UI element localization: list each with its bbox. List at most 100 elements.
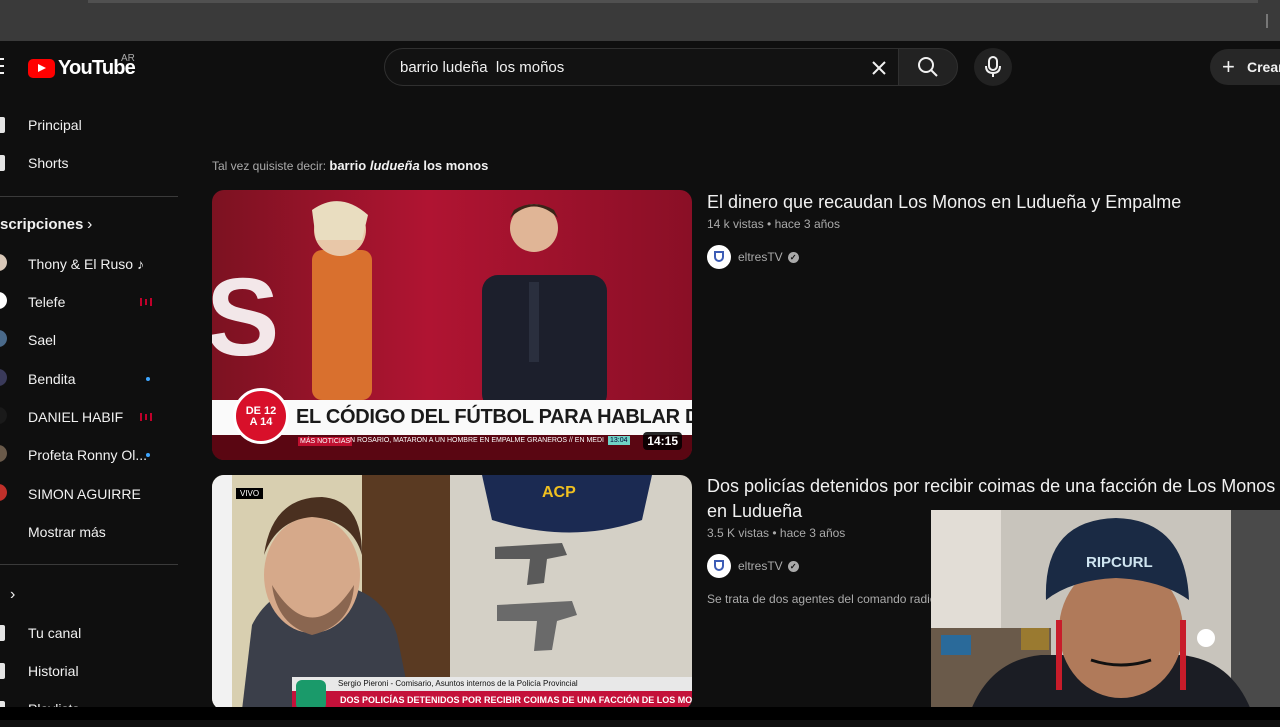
view-count: 14 k vistas bbox=[707, 217, 764, 231]
webcam-overlay: RIPCURL bbox=[931, 510, 1280, 710]
channel-avatar bbox=[707, 554, 731, 578]
thumbnail-image: ACP bbox=[212, 475, 692, 710]
channel-avatar bbox=[0, 484, 7, 501]
video-title-link[interactable]: El dinero que recaudan Los Monos en Ludu… bbox=[707, 190, 1280, 215]
channel-name: eltresTV bbox=[738, 250, 783, 264]
cap-print: RIPCURL bbox=[1086, 554, 1153, 571]
sidebar-item-subscription[interactable]: SIMON AGUIRRE bbox=[0, 476, 178, 512]
video-meta: 3.5 K vistas • hace 3 años bbox=[707, 526, 846, 540]
thumbnail-ticker-bar: MÁS NOTICIAS N ROSARIO, MATARON A UN HOM… bbox=[212, 435, 692, 460]
sidebar-item-subscription[interactable]: DANIEL HABIF bbox=[0, 399, 178, 435]
bottom-edge bbox=[0, 707, 1280, 720]
video-meta: 14 k vistas • hace 3 años bbox=[707, 217, 840, 231]
search-input-value: barrio ludeña los moños bbox=[400, 59, 565, 76]
shorts-icon bbox=[0, 155, 5, 171]
menu-icon[interactable] bbox=[0, 58, 4, 78]
channel-avatar bbox=[0, 292, 7, 309]
create-button[interactable]: + Crear bbox=[1210, 49, 1280, 85]
sidebar-divider bbox=[0, 196, 178, 197]
sidebar-item-principal[interactable]: Principal bbox=[0, 107, 178, 143]
upload-age: hace 3 años bbox=[774, 217, 840, 231]
thumbnail-headline: EL CÓDIGO DEL FÚTBOL PARA HABLAR DE TIRO… bbox=[296, 406, 692, 428]
sidebar-item-subscription[interactable]: Sael bbox=[0, 322, 178, 358]
channel-link[interactable]: eltresTV ✓ bbox=[707, 554, 799, 578]
sidebar-show-more[interactable]: Mostrar más bbox=[0, 514, 178, 550]
sidebar-item-label: Profeta Ronny Ol... bbox=[28, 447, 148, 463]
live-indicator-icon bbox=[140, 298, 152, 306]
thumbnail-headline: DOS POLICÍAS DETENIDOS POR RECIBIR COIMA… bbox=[340, 695, 692, 705]
thumbnail-show-badge: DE 12 A 14 bbox=[233, 388, 289, 444]
suggestion-word: los monos bbox=[423, 158, 489, 173]
did-you-mean: Tal vez quisiste decir: barrio ludueña l… bbox=[212, 158, 488, 173]
search-icon bbox=[918, 57, 938, 77]
chevron-right-icon[interactable]: › bbox=[10, 586, 15, 604]
search-input[interactable]: barrio ludeña los moños bbox=[384, 48, 898, 86]
channel-avatar bbox=[0, 254, 7, 271]
voice-search-button[interactable] bbox=[974, 48, 1012, 86]
sidebar-item-subscription[interactable]: Thony & El Ruso ♪ bbox=[0, 246, 178, 282]
channel-avatar bbox=[0, 407, 7, 424]
browser-scrollbar[interactable] bbox=[1266, 14, 1268, 28]
sidebar-item-subscription[interactable]: Telefe bbox=[0, 284, 178, 320]
sidebar-item-label: SIMON AGUIRRE bbox=[28, 486, 141, 502]
thumbnail-ticker-label: MÁS NOTICIAS bbox=[298, 437, 353, 446]
sidebar-item-shorts[interactable]: Shorts bbox=[0, 145, 178, 181]
chevron-right-icon[interactable]: › bbox=[87, 216, 92, 234]
channel-name: eltresTV bbox=[738, 559, 783, 573]
did-you-mean-link[interactable]: barrio ludueña los monos bbox=[329, 158, 488, 173]
show-more-label: Mostrar más bbox=[28, 524, 106, 540]
cap-print: ACP bbox=[542, 484, 576, 501]
did-you-mean-prefix: Tal vez quisiste decir: bbox=[212, 159, 327, 173]
video-thumbnail[interactable]: S EL CÓDIGO DEL FÚTBOL PARA HABLAR DE TI… bbox=[212, 190, 692, 460]
sidebar-item-label: DANIEL HABIF bbox=[28, 409, 124, 425]
sidebar-item-label: Principal bbox=[28, 117, 82, 133]
channel-avatar bbox=[0, 330, 7, 347]
browser-chrome-strip bbox=[0, 0, 1280, 41]
sidebar-item-label: Historial bbox=[28, 663, 79, 679]
new-content-dot bbox=[146, 453, 150, 457]
browser-scroll-hint bbox=[88, 0, 1258, 3]
view-count: 3.5 K vistas bbox=[707, 526, 770, 540]
thumbnail-caption: Sergio Pieroni - Comisario, Asuntos inte… bbox=[338, 679, 578, 688]
thumbnail-badge-text: DE 12 A 14 bbox=[245, 405, 277, 428]
sidebar-item-subscription[interactable]: Profeta Ronny Ol... bbox=[0, 437, 178, 473]
thumbnail-ticker: N ROSARIO, MATARON A UN HOMBRE EN EMPALM… bbox=[350, 437, 604, 444]
svg-text:S: S bbox=[212, 256, 279, 379]
sidebar-item-history[interactable]: Historial bbox=[0, 653, 178, 689]
sidebar-item-label: Shorts bbox=[28, 155, 69, 171]
channel-avatar bbox=[0, 445, 7, 462]
sidebar-item-label: Thony & El Ruso ♪ bbox=[28, 256, 144, 272]
verified-icon: ✓ bbox=[787, 251, 799, 263]
channel-avatar bbox=[0, 369, 7, 386]
youtube-play-icon bbox=[28, 59, 55, 78]
create-label: Crear bbox=[1247, 59, 1280, 75]
country-code: AR bbox=[121, 53, 135, 64]
plus-icon: + bbox=[1222, 54, 1235, 79]
suggestion-word: barrio bbox=[329, 158, 367, 173]
sidebar-item-label: Tu canal bbox=[28, 625, 82, 641]
channel-icon bbox=[0, 625, 5, 641]
suggestion-correction: ludueña bbox=[369, 158, 420, 173]
live-indicator-icon bbox=[140, 413, 152, 421]
channel-logo-icon bbox=[296, 680, 326, 710]
thumbnail-clock: 13:04 bbox=[608, 436, 630, 445]
subscriptions-heading[interactable]: scripciones bbox=[0, 216, 83, 233]
thumbnail-caption-bar: Sergio Pieroni - Comisario, Asuntos inte… bbox=[292, 677, 692, 691]
youtube-logo[interactable]: YouTube bbox=[28, 57, 136, 80]
microphone-icon bbox=[985, 56, 1001, 77]
channel-link[interactable]: eltresTV ✓ bbox=[707, 245, 799, 269]
sidebar-item-label: Telefe bbox=[28, 294, 66, 310]
live-badge: VIVO bbox=[236, 488, 264, 499]
sidebar-divider bbox=[0, 564, 178, 565]
sidebar-item-label: Bendita bbox=[28, 371, 76, 387]
video-thumbnail[interactable]: ACP VIVO Sergio Pieroni - Comisario, Asu… bbox=[212, 475, 692, 710]
sidebar-item-label: Sael bbox=[28, 332, 57, 348]
webcam-image: RIPCURL bbox=[931, 510, 1280, 710]
channel-avatar bbox=[707, 245, 731, 269]
search-button[interactable] bbox=[898, 48, 958, 86]
sidebar-item-subscription[interactable]: Bendita bbox=[0, 361, 178, 397]
verified-icon: ✓ bbox=[787, 560, 799, 572]
sidebar-item-your-channel[interactable]: Tu canal bbox=[0, 615, 178, 651]
home-icon bbox=[0, 117, 5, 133]
clear-search-icon[interactable] bbox=[869, 58, 889, 78]
